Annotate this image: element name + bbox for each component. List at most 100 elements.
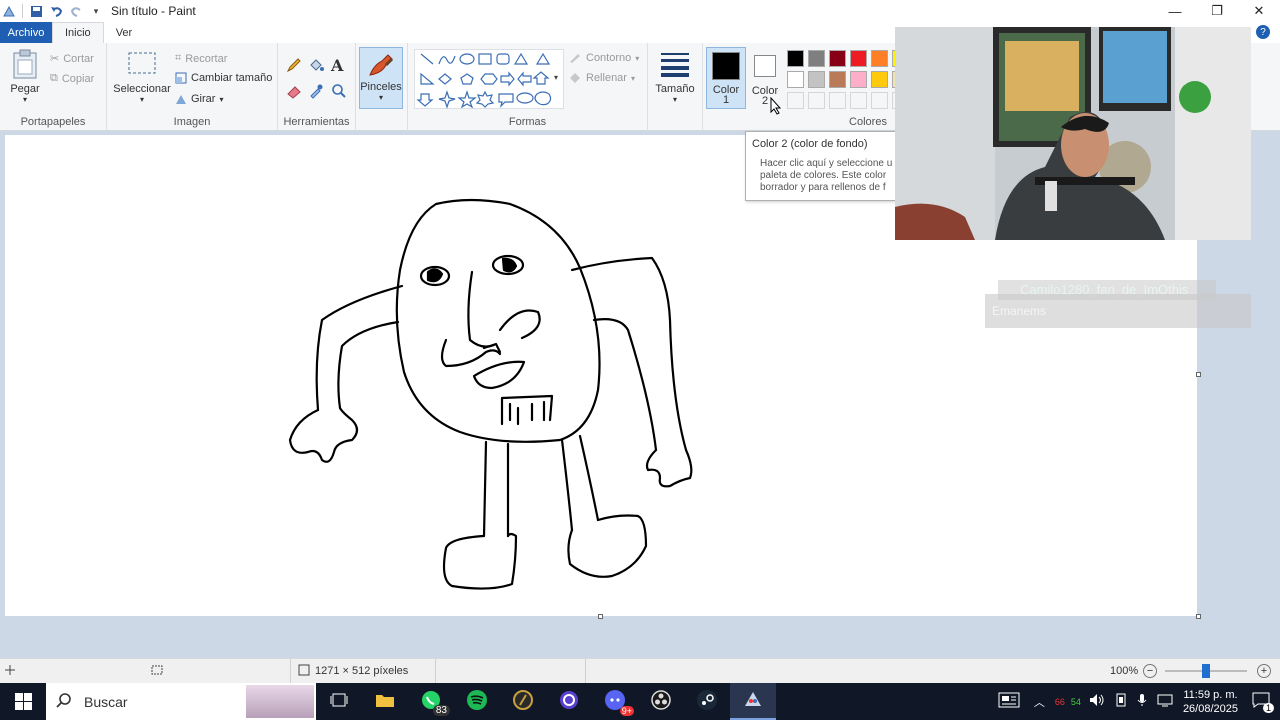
rotate-button[interactable]: Girar ▾ [175, 93, 223, 105]
fill-shape-button[interactable]: Rellenar ▾ [568, 72, 635, 84]
shapes-gallery[interactable] [414, 49, 564, 109]
whatsapp-button[interactable]: 83 [408, 683, 454, 720]
steam-button[interactable] [684, 683, 730, 720]
spotify-button[interactable] [454, 683, 500, 720]
paint-bucket-icon [308, 57, 324, 73]
pentagon-shape-icon [460, 73, 474, 85]
show-hidden-icons[interactable]: ︿ [1034, 694, 1045, 710]
color1-swatch [712, 52, 740, 80]
canvas-resize-handle-bottom[interactable] [598, 614, 603, 619]
microphone-icon[interactable] [1137, 693, 1147, 710]
diamond-shape-icon [438, 73, 452, 85]
right-leg-outer [560, 438, 574, 532]
zoom-out-button[interactable]: − [1143, 664, 1157, 678]
palette-swatch[interactable] [787, 71, 804, 88]
file-explorer-button[interactable] [362, 683, 408, 720]
text-tool[interactable]: A [331, 56, 343, 75]
group-label-formas: Formas [508, 116, 547, 128]
palette-swatch[interactable] [808, 71, 825, 88]
brushes-dropdown-icon: ▾ [378, 93, 383, 102]
resize-button[interactable]: Cambiar tamaño [175, 72, 272, 84]
chin-scribble [500, 394, 554, 426]
up-arrow-shape-icon [532, 71, 550, 85]
volume-icon[interactable] [1089, 693, 1105, 710]
news-widget-icon[interactable] [998, 692, 1020, 711]
palette-swatch[interactable] [871, 50, 888, 67]
zoom-slider-thumb[interactable] [1202, 664, 1210, 678]
right-leg-inner [578, 434, 600, 522]
quick-access-toolbar: ▾ [0, 4, 103, 18]
paint-app-icon[interactable] [2, 4, 16, 18]
color1-button[interactable]: Color 1 [706, 47, 746, 109]
crop-button[interactable]: ⌗ Recortar [175, 52, 227, 65]
customize-qat-icon[interactable]: ▾ [89, 4, 103, 18]
obs-button[interactable] [638, 683, 684, 720]
palette-swatch[interactable] [829, 71, 846, 88]
palette-custom-slot[interactable] [787, 92, 804, 109]
start-button[interactable] [0, 683, 46, 720]
shapes-gallery-expand-icon[interactable]: ▾ [554, 73, 558, 82]
copy-button[interactable]: ⧉ Copiar [50, 72, 94, 85]
rectangle-shape-icon [478, 53, 492, 65]
paint-taskbar-button[interactable] [730, 683, 776, 720]
zoom-slider-track[interactable] [1165, 664, 1247, 678]
help-icon[interactable]: ? [1256, 25, 1270, 39]
palette-swatch[interactable] [829, 50, 846, 67]
magnifier-tool[interactable] [331, 83, 347, 99]
palette-swatch[interactable] [808, 50, 825, 67]
clock[interactable]: 11:59 p. m. 26/08/2025 [1183, 688, 1238, 716]
window-title: Sin título - Paint [111, 4, 196, 18]
cut-button[interactable]: ✂ Cortar [50, 52, 94, 66]
text-a-icon: A [331, 56, 344, 75]
notification-center-icon[interactable]: 1 [1252, 692, 1274, 713]
copy-label: Copiar [61, 72, 95, 85]
app-circle-button[interactable] [546, 683, 592, 720]
pencil-tool[interactable] [286, 57, 302, 73]
tab-inicio[interactable]: Inicio [52, 22, 104, 43]
fill-dropdown-icon: ▾ [630, 73, 635, 83]
brushes-button[interactable]: Pinceles ▾ [359, 47, 403, 109]
egg-body [395, 198, 601, 443]
restore-icon[interactable]: ❐ [1196, 0, 1238, 22]
tab-archivo[interactable]: Archivo [0, 22, 52, 43]
undo-icon[interactable] [49, 4, 63, 18]
palette-swatch[interactable] [850, 50, 867, 67]
size-button[interactable]: Tamaño ▾ [654, 51, 696, 104]
color-picker-tool[interactable] [308, 83, 324, 99]
palette-custom-slot[interactable] [829, 92, 846, 109]
outline-button[interactable]: Contorno ▾ [568, 52, 639, 64]
canvas-size-icon [298, 664, 310, 679]
taskbar-search-box[interactable]: Buscar [46, 683, 316, 720]
save-icon[interactable] [29, 4, 43, 18]
palette-custom-slot[interactable] [871, 92, 888, 109]
paste-button[interactable]: Pegar ▾ [8, 49, 42, 104]
app-ring-button[interactable] [500, 683, 546, 720]
task-view-button[interactable] [316, 683, 362, 720]
palette-swatch[interactable] [850, 71, 867, 88]
notification-count: 1 [1262, 703, 1274, 713]
tray-indicator-a: 66 [1054, 696, 1065, 707]
palette-swatch[interactable] [871, 71, 888, 88]
palette-swatch[interactable] [787, 50, 804, 67]
select-button[interactable]: Seleccionar ▾ [113, 51, 171, 104]
eraser-tool[interactable] [286, 83, 302, 99]
network-icon[interactable] [1157, 693, 1173, 710]
zoom-in-button[interactable]: + [1257, 664, 1271, 678]
tab-ver[interactable]: Ver [104, 22, 145, 43]
canvas-resize-handle-right[interactable] [1196, 372, 1201, 377]
tooltip-title: Color 2 (color de fondo) [752, 138, 868, 150]
close-icon[interactable]: ✕ [1238, 0, 1280, 22]
minimize-icon[interactable]: — [1154, 0, 1196, 22]
tooltip-line2: paleta de colores. Este color [760, 170, 887, 181]
palette-custom-slot[interactable] [808, 92, 825, 109]
webcam-overlay [895, 27, 1251, 240]
selection-size-icon [150, 664, 164, 679]
color1-label-line2: 1 [722, 94, 730, 106]
palette-custom-slot[interactable] [850, 92, 867, 109]
discord-button[interactable]: 9+ [592, 683, 638, 720]
right-triangle-shape-icon [420, 72, 435, 85]
redo-icon[interactable] [69, 4, 83, 18]
battery-usb-icon[interactable] [1115, 693, 1127, 710]
canvas-resize-handle-corner[interactable] [1196, 614, 1201, 619]
fill-tool[interactable] [308, 57, 324, 73]
